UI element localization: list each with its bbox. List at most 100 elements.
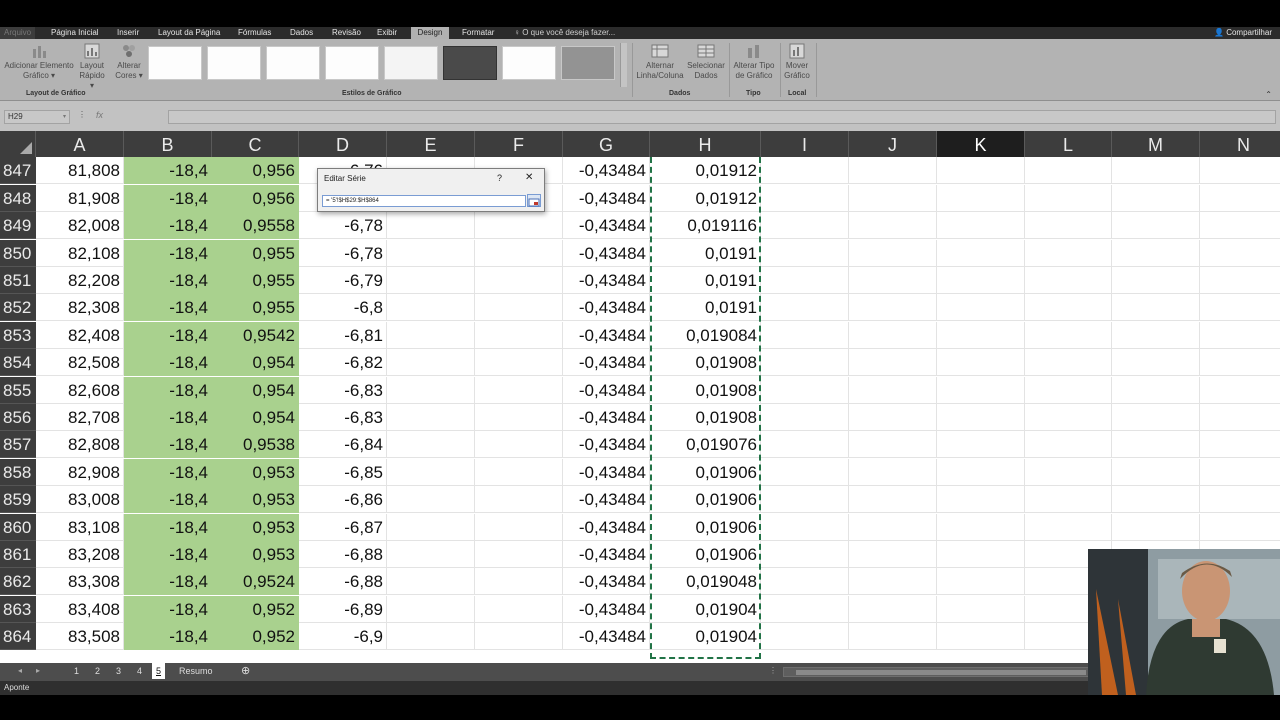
cell-g[interactable]: -0,43484 <box>563 349 650 376</box>
cell-b[interactable]: -18,4 <box>124 459 212 486</box>
series-values-input[interactable]: = '5'!$H$29:$H$864 <box>322 195 526 207</box>
cell-n[interactable] <box>1200 377 1280 404</box>
cell-m[interactable] <box>1112 267 1200 294</box>
cell-m[interactable] <box>1112 514 1200 541</box>
cell-l[interactable] <box>1025 514 1112 541</box>
cell-e[interactable] <box>387 240 475 267</box>
cell-k[interactable] <box>937 568 1025 595</box>
cell-k[interactable] <box>937 267 1025 294</box>
cell-d[interactable]: -6,84 <box>299 431 387 458</box>
cell-a[interactable]: 83,208 <box>36 541 124 568</box>
cell-m[interactable] <box>1112 486 1200 513</box>
cell-n[interactable] <box>1200 514 1280 541</box>
row-header[interactable]: 848 <box>0 185 36 212</box>
formula-input[interactable] <box>168 110 1276 124</box>
sheet-tab-1[interactable]: 1 <box>74 663 79 679</box>
cell-i[interactable] <box>761 240 849 267</box>
cell-j[interactable] <box>849 294 937 321</box>
cell-a[interactable]: 82,908 <box>36 459 124 486</box>
sheet-tab-4[interactable]: 4 <box>137 663 142 679</box>
cell-e[interactable] <box>387 431 475 458</box>
cell-e[interactable] <box>387 349 475 376</box>
chart-style-7[interactable] <box>502 46 556 80</box>
cell-j[interactable] <box>849 377 937 404</box>
cell-g[interactable]: -0,43484 <box>563 486 650 513</box>
insert-function-button[interactable]: fx <box>96 110 103 120</box>
cell-c[interactable]: 0,9538 <box>212 431 299 458</box>
row-header[interactable]: 861 <box>0 541 36 568</box>
cell-c[interactable]: 0,956 <box>212 185 299 212</box>
cell-j[interactable] <box>849 541 937 568</box>
cell-e[interactable] <box>387 596 475 623</box>
cell-d[interactable]: -6,82 <box>299 349 387 376</box>
cell-f[interactable] <box>475 322 563 349</box>
range-picker-button[interactable] <box>527 194 541 207</box>
cell-k[interactable] <box>937 404 1025 431</box>
add-chart-element-button[interactable]: Adicionar Elemento Gráfico ▾ <box>4 43 74 81</box>
cell-j[interactable] <box>849 623 937 650</box>
tab-inserir[interactable]: Inserir <box>113 27 143 39</box>
column-header-m[interactable]: M <box>1112 131 1200 157</box>
cell-i[interactable] <box>761 486 849 513</box>
row-header[interactable]: 852 <box>0 294 36 321</box>
cell-i[interactable] <box>761 185 849 212</box>
horizontal-scrollbar[interactable] <box>783 667 1103 677</box>
cell-c[interactable]: 0,956 <box>212 157 299 184</box>
cell-b[interactable]: -18,4 <box>124 212 212 239</box>
sheet-tab-3[interactable]: 3 <box>116 663 121 679</box>
cell-g[interactable]: -0,43484 <box>563 267 650 294</box>
cell-g[interactable]: -0,43484 <box>563 514 650 541</box>
row-header[interactable]: 850 <box>0 240 36 267</box>
cell-h[interactable]: 0,0191 <box>650 267 761 294</box>
cell-g[interactable]: -0,43484 <box>563 431 650 458</box>
close-button[interactable]: ✕ <box>525 172 533 183</box>
cell-l[interactable] <box>1025 294 1112 321</box>
cell-a[interactable]: 83,108 <box>36 514 124 541</box>
cell-h[interactable]: 0,01906 <box>650 541 761 568</box>
cell-f[interactable] <box>475 514 563 541</box>
cell-l[interactable] <box>1025 185 1112 212</box>
cell-k[interactable] <box>937 185 1025 212</box>
cell-b[interactable]: -18,4 <box>124 514 212 541</box>
cell-b[interactable]: -18,4 <box>124 240 212 267</box>
cell-c[interactable]: 0,953 <box>212 541 299 568</box>
cell-b[interactable]: -18,4 <box>124 322 212 349</box>
cell-h[interactable]: 0,019048 <box>650 568 761 595</box>
cell-c[interactable]: 0,9558 <box>212 212 299 239</box>
cell-j[interactable] <box>849 404 937 431</box>
cell-l[interactable] <box>1025 377 1112 404</box>
cell-m[interactable] <box>1112 431 1200 458</box>
cell-g[interactable]: -0,43484 <box>563 185 650 212</box>
cell-m[interactable] <box>1112 240 1200 267</box>
chart-style-1[interactable] <box>148 46 202 80</box>
row-header[interactable]: 864 <box>0 623 36 650</box>
cell-c[interactable]: 0,953 <box>212 514 299 541</box>
cell-m[interactable] <box>1112 322 1200 349</box>
column-header-i[interactable]: I <box>761 131 849 157</box>
cell-e[interactable] <box>387 486 475 513</box>
cell-g[interactable]: -0,43484 <box>563 459 650 486</box>
cell-h[interactable]: 0,0191 <box>650 294 761 321</box>
cell-h[interactable]: 0,01906 <box>650 514 761 541</box>
cell-a[interactable]: 82,608 <box>36 377 124 404</box>
cell-a[interactable]: 82,808 <box>36 431 124 458</box>
cell-j[interactable] <box>849 157 937 184</box>
row-header[interactable]: 849 <box>0 212 36 239</box>
cell-l[interactable] <box>1025 431 1112 458</box>
tell-me-search[interactable]: ♀ O que você deseja fazer... <box>510 27 619 39</box>
cell-d[interactable]: -6,85 <box>299 459 387 486</box>
cell-n[interactable] <box>1200 185 1280 212</box>
cell-d[interactable]: -6,83 <box>299 404 387 431</box>
select-all-corner[interactable] <box>0 131 36 157</box>
chart-style-2[interactable] <box>207 46 261 80</box>
cell-c[interactable]: 0,953 <box>212 459 299 486</box>
change-chart-type-button[interactable]: Alterar Tipo de Gráfico <box>731 43 777 81</box>
cell-f[interactable] <box>475 486 563 513</box>
cell-c[interactable]: 0,9542 <box>212 322 299 349</box>
cell-g[interactable]: -0,43484 <box>563 294 650 321</box>
cell-f[interactable] <box>475 240 563 267</box>
cell-d[interactable]: -6,88 <box>299 568 387 595</box>
move-chart-button[interactable]: Mover Gráfico <box>782 43 812 81</box>
cell-i[interactable] <box>761 431 849 458</box>
add-sheet-icon[interactable]: ⊕ <box>241 663 250 679</box>
